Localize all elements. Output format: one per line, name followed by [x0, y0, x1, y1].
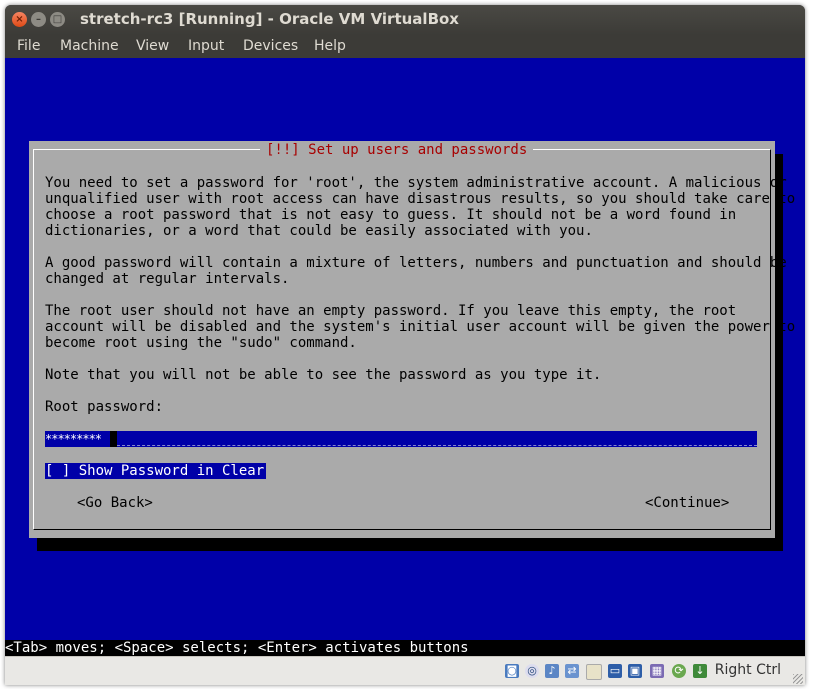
- text-cursor: [110, 431, 117, 447]
- password-mask: *********: [45, 432, 102, 446]
- shared-folders-icon[interactable]: [586, 664, 602, 680]
- window-title: stretch-rc3 [Running] - Oracle VM Virtua…: [80, 10, 459, 28]
- menu-bar: File Machine View Input Devices Help: [5, 35, 805, 58]
- status-bar: ◙ ◎ ♪ ⇄ ▭ ▣ ▦ ⟳ ↓ Right Ctrl: [5, 656, 805, 685]
- virtualbox-window: × – □ stretch-rc3 [Running] - Oracle VM …: [5, 5, 805, 685]
- hard-disk-icon[interactable]: ◙: [505, 664, 519, 678]
- input-underline: [117, 445, 757, 446]
- menu-devices[interactable]: Devices: [243, 38, 298, 54]
- keyboard-help-line: <Tab> moves; <Space> selects; <Enter> ac…: [5, 640, 805, 656]
- menu-help[interactable]: Help: [314, 38, 346, 54]
- good-password-paragraph: A good password will contain a mixture o…: [45, 255, 787, 287]
- menu-file[interactable]: File: [17, 38, 40, 54]
- resize-grip[interactable]: [793, 674, 803, 684]
- continue-button[interactable]: <Continue>: [645, 495, 729, 511]
- minimize-window-button[interactable]: –: [31, 12, 46, 27]
- menu-view[interactable]: View: [136, 38, 169, 54]
- intro-paragraph: You need to set a password for 'root', t…: [45, 175, 796, 239]
- network-icon[interactable]: ⇄: [565, 664, 579, 678]
- optical-drive-icon[interactable]: ◎: [525, 664, 539, 678]
- maximize-window-button[interactable]: □: [50, 12, 65, 27]
- mouse-integration-icon[interactable]: ⟳: [672, 664, 686, 678]
- go-back-button[interactable]: <Go Back>: [77, 495, 153, 511]
- keyboard-icon[interactable]: ↓: [693, 664, 707, 678]
- menu-machine[interactable]: Machine: [60, 38, 119, 54]
- setup-users-dialog: [!!] Set up users and passwords You need…: [29, 141, 795, 538]
- root-password-input[interactable]: *********: [45, 431, 757, 447]
- video-capture-icon[interactable]: ▣: [628, 664, 642, 678]
- title-bar: × – □ stretch-rc3 [Running] - Oracle VM …: [5, 5, 805, 35]
- display-icon[interactable]: ▭: [608, 664, 622, 678]
- cpu-icon[interactable]: ▦: [650, 664, 664, 678]
- close-window-button[interactable]: ×: [12, 12, 27, 27]
- note-paragraph: Note that you will not be able to see th…: [45, 367, 602, 383]
- vm-screen[interactable]: [!!] Set up users and passwords You need…: [5, 58, 805, 656]
- empty-password-paragraph: The root user should not have an empty p…: [45, 303, 796, 351]
- host-key-label[interactable]: Right Ctrl: [715, 662, 781, 678]
- dialog-title: [!!] Set up users and passwords: [260, 141, 534, 159]
- menu-input[interactable]: Input: [188, 38, 224, 54]
- show-password-checkbox[interactable]: [ ] Show Password in Clear: [45, 463, 267, 479]
- audio-icon[interactable]: ♪: [545, 664, 559, 678]
- root-password-label: Root password:: [45, 399, 164, 415]
